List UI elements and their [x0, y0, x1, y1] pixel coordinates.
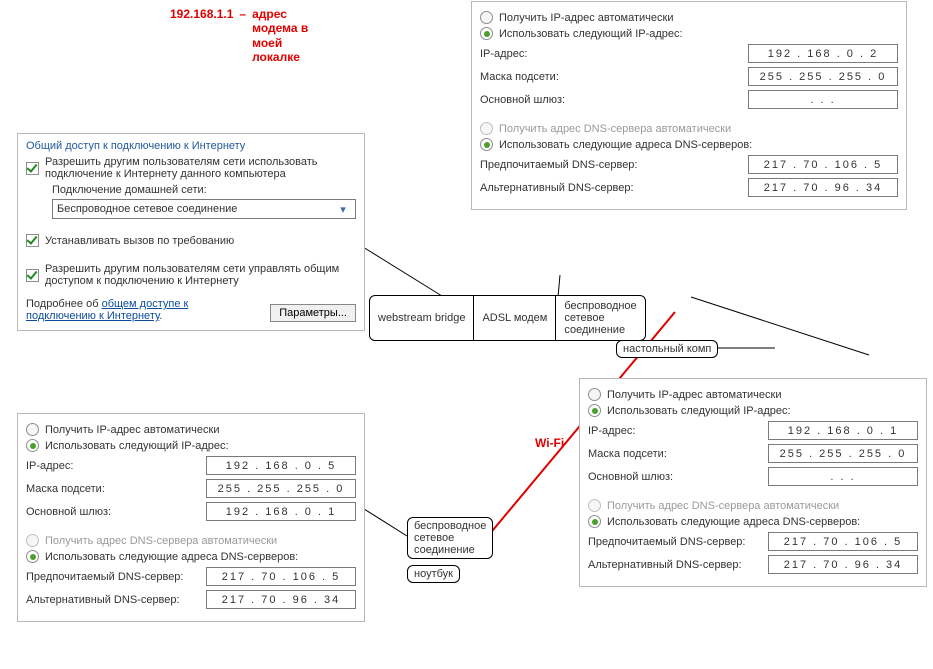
- dns2-input[interactable]: 217 . 70 . 96 . 34: [748, 178, 898, 197]
- dns2-label: Альтернативный DNS-сервер:: [480, 182, 748, 194]
- radio-auto-dns[interactable]: [26, 534, 39, 547]
- auto-ip-label: Получить IP-адрес автоматически: [45, 424, 356, 436]
- auto-ip-label: Получить IP-адрес автоматически: [607, 389, 918, 401]
- radio-use-dns[interactable]: [588, 515, 601, 528]
- dash: –: [239, 7, 246, 65]
- ip-panel-top: Получить IP-адрес автоматически Использо…: [471, 1, 907, 210]
- use-dns-label: Использовать следующие адреса DNS-сервер…: [499, 139, 898, 151]
- desktop-label-box: настольный комп: [616, 340, 718, 358]
- dns2-input[interactable]: 217 . 70 . 96 . 34: [206, 590, 356, 609]
- use-ip-label: Использовать следующий IP-адрес:: [499, 28, 898, 40]
- radio-use-ip[interactable]: [480, 27, 493, 40]
- use-dns-label: Использовать следующие адреса DNS-сервер…: [607, 516, 918, 528]
- seg-bridge: webstream bridge: [370, 296, 474, 340]
- ip-input[interactable]: 192 . 168 . 0 . 5: [206, 456, 356, 475]
- gw-label: Основной шлюз:: [26, 506, 206, 518]
- laptop-wireless-label: беспроводное сетевое соединение: [414, 520, 486, 556]
- gw-input[interactable]: . . .: [748, 90, 898, 109]
- desktop-label: настольный комп: [623, 343, 711, 355]
- mask-input[interactable]: 255 . 255 . 255 . 0: [768, 444, 918, 463]
- chevron-down-icon: ▾: [335, 203, 351, 216]
- dns1-input[interactable]: 217 . 70 . 106 . 5: [748, 155, 898, 174]
- gw-label: Основной шлюз:: [480, 94, 748, 106]
- radio-use-dns[interactable]: [26, 550, 39, 563]
- home-net-label: Подключение домашней сети:: [52, 184, 356, 196]
- manage-label: Разрешить другим пользователям сети упра…: [45, 263, 356, 287]
- laptop-wireless-box: беспроводное сетевое соединение: [407, 517, 493, 559]
- auto-ip-label: Получить IP-адрес автоматически: [499, 12, 898, 24]
- home-net-dropdown[interactable]: Беспроводное сетевое соединение ▾: [52, 199, 356, 219]
- dns2-label: Альтернативный DNS-сервер:: [26, 594, 206, 606]
- auto-dns-label: Получить адрес DNS-сервера автоматически: [499, 123, 898, 135]
- dns1-input[interactable]: 217 . 70 . 106 . 5: [206, 567, 356, 586]
- mask-label: Маска подсети:: [588, 448, 768, 460]
- radio-auto-dns[interactable]: [588, 499, 601, 512]
- ics-panel: Общий доступ к подключению к Интернету Р…: [17, 133, 365, 331]
- dns1-label: Предпочитаемый DNS-сервер:: [26, 571, 206, 583]
- ip-panel-left: Получить IP-адрес автоматически Использо…: [17, 413, 365, 622]
- params-button[interactable]: Параметры...: [270, 304, 356, 322]
- ip-panel-right: Получить IP-адрес автоматически Использо…: [579, 378, 927, 587]
- dns1-label: Предпочитаемый DNS-сервер:: [480, 159, 748, 171]
- dial-label: Устанавливать вызов по требованию: [45, 235, 356, 247]
- laptop-label: ноутбук: [414, 568, 453, 580]
- modem-ip: 192.168.1.1: [170, 7, 233, 65]
- ics-title: Общий доступ к подключению к Интернету: [26, 140, 356, 152]
- radio-auto-dns[interactable]: [480, 122, 493, 135]
- use-dns-label: Использовать следующие адреса DNS-сервер…: [45, 551, 356, 563]
- auto-dns-label: Получить адрес DNS-сервера автоматически: [45, 535, 356, 547]
- dns2-input[interactable]: 217 . 70 . 96 . 34: [768, 555, 918, 574]
- allow-share-label: Разрешить другим пользователям сети испо…: [45, 156, 356, 180]
- mask-input[interactable]: 255 . 255 . 255 . 0: [748, 67, 898, 86]
- ip-input[interactable]: 192 . 168 . 0 . 2: [748, 44, 898, 63]
- modem-note: адрес модема в моей локалке: [252, 7, 322, 65]
- auto-dns-label: Получить адрес DNS-сервера автоматически: [607, 500, 918, 512]
- checkbox-manage[interactable]: [26, 269, 39, 282]
- use-ip-label: Использовать следующий IP-адрес:: [45, 440, 356, 452]
- dns1-label: Предпочитаемый DNS-сервер:: [588, 536, 768, 548]
- dns2-label: Альтернативный DNS-сервер:: [588, 559, 768, 571]
- seg-modem: ADSL модем: [474, 296, 556, 340]
- radio-use-ip[interactable]: [588, 404, 601, 417]
- mask-input[interactable]: 255 . 255 . 255 . 0: [206, 479, 356, 498]
- dns1-input[interactable]: 217 . 70 . 106 . 5: [768, 532, 918, 551]
- radio-use-dns[interactable]: [480, 138, 493, 151]
- gw-input[interactable]: 192 . 168 . 0 . 1: [206, 502, 356, 521]
- radio-auto-ip[interactable]: [480, 11, 493, 24]
- checkbox-dial[interactable]: [26, 234, 39, 247]
- laptop-label-box: ноутбук: [407, 565, 460, 583]
- more-prefix: Подробнее об: [26, 298, 102, 310]
- home-net-value: Беспроводное сетевое соединение: [57, 203, 237, 215]
- wifi-label: Wi-Fi: [535, 436, 564, 450]
- ip-label: IP-адрес:: [480, 48, 748, 60]
- mask-label: Маска подсети:: [26, 483, 206, 495]
- seg-wireless: беспроводное сетевое соединение: [556, 296, 644, 340]
- radio-use-ip[interactable]: [26, 439, 39, 452]
- gw-label: Основной шлюз:: [588, 471, 768, 483]
- gw-input[interactable]: . . .: [768, 467, 918, 486]
- ip-input[interactable]: 192 . 168 . 0 . 1: [768, 421, 918, 440]
- checkbox-allow-share[interactable]: [26, 162, 39, 175]
- topology-hub: webstream bridge ADSL модем беспроводное…: [369, 295, 646, 341]
- radio-auto-ip[interactable]: [26, 423, 39, 436]
- use-ip-label: Использовать следующий IP-адрес:: [607, 405, 918, 417]
- mask-label: Маска подсети:: [480, 71, 748, 83]
- ip-label: IP-адрес:: [588, 425, 768, 437]
- radio-auto-ip[interactable]: [588, 388, 601, 401]
- ip-label: IP-адрес:: [26, 460, 206, 472]
